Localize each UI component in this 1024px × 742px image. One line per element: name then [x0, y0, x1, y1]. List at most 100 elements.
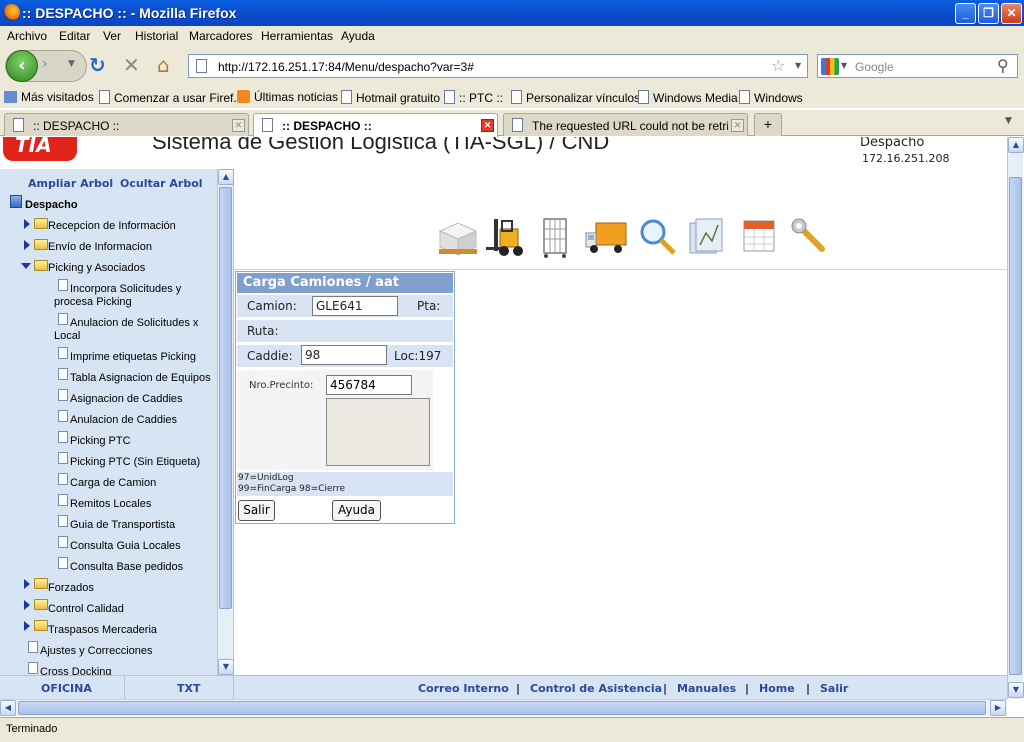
minimize-button[interactable]: _ — [955, 3, 976, 24]
tab-requested-url[interactable]: The requested URL could not be retriev..… — [503, 113, 748, 136]
tree-item-forzados[interactable]: Forzados — [48, 582, 94, 594]
footer-asistencia[interactable]: Control de Asistencia — [530, 682, 662, 695]
tree-item-imprime[interactable]: Imprime etiquetas Picking — [70, 351, 196, 363]
search-icon[interactable]: ⚲ — [997, 56, 1009, 75]
hide-tree-link[interactable]: Ocultar Arbol — [120, 177, 203, 190]
tree-item-anulacion-caddies[interactable]: Anulacion de Caddies — [70, 414, 177, 426]
tab-list-icon[interactable]: ▼ — [1005, 116, 1012, 126]
tree-item-picking[interactable]: Picking y Asociados — [48, 262, 145, 274]
search-box[interactable]: ▼ Google ⚲ — [817, 54, 1018, 78]
menu-editar[interactable]: Editar — [59, 29, 90, 43]
bookmark-personalizar[interactable]: Personalizar vínculos — [511, 90, 640, 105]
search-engine-dropdown-icon[interactable]: ▼ — [841, 61, 847, 70]
tree-item-remitos[interactable]: Remitos Locales — [70, 498, 151, 510]
tree-item-envio[interactable]: Envío de Informacion — [48, 241, 152, 253]
horizontal-scroll-thumb[interactable] — [18, 701, 986, 715]
footer-correo[interactable]: Correo Interno — [418, 682, 509, 695]
tree-item-tabla-asignacion[interactable]: Tabla Asignacion de Equipos — [70, 372, 211, 384]
tree-item-carga-camion[interactable]: Carga de Camion — [70, 477, 156, 489]
precinto-input[interactable]: 456784 — [326, 375, 412, 395]
footer-manuales[interactable]: Manuales — [677, 682, 736, 695]
menu-historial[interactable]: Historial — [135, 29, 178, 43]
tree-item-recepcion[interactable]: Recepcion de Información — [48, 220, 176, 232]
url-dropdown-icon[interactable]: ▼ — [795, 61, 801, 70]
close-tab-icon[interactable]: ✕ — [232, 119, 245, 132]
folders-icon[interactable] — [686, 215, 730, 259]
tree-item-consulta-guia[interactable]: Consulta Guia Locales — [70, 540, 181, 552]
menu-ver[interactable]: Ver — [103, 29, 121, 43]
bookmark-comenzar[interactable]: Comenzar a usar Firef... — [99, 90, 243, 105]
bookmark-mas-visitados[interactable]: Más visitados — [4, 90, 94, 104]
tree-item-incorpora[interactable]: Incorpora Solicitudes y — [70, 283, 181, 295]
menu-marcadores[interactable]: Marcadores — [189, 29, 252, 43]
home-icon[interactable]: ⌂ — [157, 55, 170, 75]
tree-item-traspasos[interactable]: Traspasos Mercaderia — [48, 624, 157, 636]
scroll-up-icon[interactable]: ▲ — [218, 169, 234, 185]
tree-item-asignacion-caddies[interactable]: Asignacion de Caddies — [70, 393, 183, 405]
forward-button[interactable]: › — [42, 56, 48, 72]
bookmark-ultimas-noticias[interactable]: Últimas noticias — [237, 90, 338, 104]
history-dropdown-icon[interactable]: ▼ — [68, 59, 75, 69]
caddie-input[interactable]: 98 — [301, 345, 387, 365]
google-icon[interactable] — [821, 58, 839, 75]
tree-item-anulacion-line2[interactable]: Local — [54, 330, 80, 342]
footer-oficina[interactable]: OFICINA — [41, 682, 92, 695]
tree-item-guia-transportista[interactable]: Guia de Transportista — [70, 519, 175, 531]
scroll-down-icon[interactable]: ▼ — [218, 659, 234, 675]
new-tab-button[interactable]: + — [754, 113, 782, 136]
tree-item-incorpora-line2[interactable]: procesa Picking — [54, 296, 132, 308]
precinto-list[interactable] — [326, 398, 430, 466]
expand-arrow-icon[interactable] — [24, 240, 30, 250]
camion-input[interactable]: GLE641 — [312, 296, 398, 316]
forklift-icon[interactable] — [484, 215, 528, 259]
close-tab-icon[interactable]: ✕ — [481, 119, 494, 132]
tab-despacho-2[interactable]: :: DESPACHO :: ✕ — [253, 113, 498, 137]
expand-tree-link[interactable]: Ampliar Arbol — [28, 177, 113, 190]
expand-arrow-icon[interactable] — [24, 621, 30, 631]
footer-txt[interactable]: TXT — [177, 682, 201, 695]
pallet-icon[interactable] — [436, 215, 480, 259]
tree-item-picking-ptc[interactable]: Picking PTC — [70, 435, 131, 447]
tree-item-consulta-base[interactable]: Consulta Base pedidos — [70, 561, 183, 573]
back-button[interactable]: ‹ — [6, 50, 38, 82]
expand-arrow-icon[interactable] — [24, 600, 30, 610]
bookmark-ptc[interactable]: :: PTC :: — [444, 90, 503, 105]
bookmark-windows[interactable]: Windows — [739, 90, 803, 105]
bookmark-hotmail[interactable]: Hotmail gratuito — [341, 90, 440, 105]
restore-button[interactable]: ❐ — [978, 3, 999, 24]
page-scrollbar[interactable]: ▲ ▼ — [1007, 137, 1024, 699]
scroll-up-icon[interactable]: ▲ — [1008, 137, 1024, 153]
collapse-arrow-icon[interactable] — [21, 263, 31, 269]
sidebar-scroll-thumb[interactable] — [219, 187, 232, 609]
tree-item-picking-ptc-sin-etiqueta[interactable]: Picking PTC (Sin Etiqueta) — [70, 456, 200, 468]
sidebar-scrollbar[interactable]: ▲ ▼ — [217, 169, 234, 675]
ayuda-button[interactable]: Ayuda — [332, 500, 381, 521]
salir-button[interactable]: Salir — [238, 500, 275, 521]
tree-root-despacho[interactable]: Despacho — [25, 199, 78, 211]
scroll-right-icon[interactable]: ▶ — [990, 700, 1006, 716]
page-scroll-thumb[interactable] — [1009, 177, 1022, 675]
menu-herramientas[interactable]: Herramientas — [261, 29, 333, 43]
tree-item-control-calidad[interactable]: Control Calidad — [48, 603, 124, 615]
close-tab-icon[interactable]: ✕ — [731, 119, 744, 132]
tree-item-anulacion-solicitudes[interactable]: Anulacion de Solicitudes x — [70, 317, 198, 329]
star-bookmark-icon[interactable]: ☆ — [771, 56, 785, 75]
scroll-down-icon[interactable]: ▼ — [1008, 682, 1024, 698]
expand-arrow-icon[interactable] — [24, 579, 30, 589]
reload-icon[interactable]: ↻ — [89, 55, 106, 75]
calendar-icon[interactable] — [738, 215, 782, 259]
tree-item-ajustes[interactable]: Ajustes y Correcciones — [40, 645, 153, 657]
bookmark-windows-media[interactable]: Windows Media — [638, 90, 738, 105]
close-window-button[interactable]: ✕ — [1001, 3, 1022, 24]
url-bar[interactable]: http://172.16.251.17:84/Menu/despacho?va… — [188, 54, 808, 78]
horizontal-scrollbar[interactable]: ◀ ▶ — [0, 699, 1007, 716]
wrench-icon[interactable] — [788, 215, 832, 259]
footer-home[interactable]: Home — [759, 682, 795, 695]
magnifier-icon[interactable] — [636, 215, 680, 259]
footer-salir[interactable]: Salir — [820, 682, 848, 695]
tab-despacho-1[interactable]: :: DESPACHO :: ✕ — [4, 113, 249, 136]
stop-icon[interactable]: ✕ — [123, 55, 140, 75]
scroll-left-icon[interactable]: ◀ — [0, 700, 16, 716]
expand-arrow-icon[interactable] — [24, 219, 30, 229]
menu-ayuda[interactable]: Ayuda — [341, 29, 375, 43]
